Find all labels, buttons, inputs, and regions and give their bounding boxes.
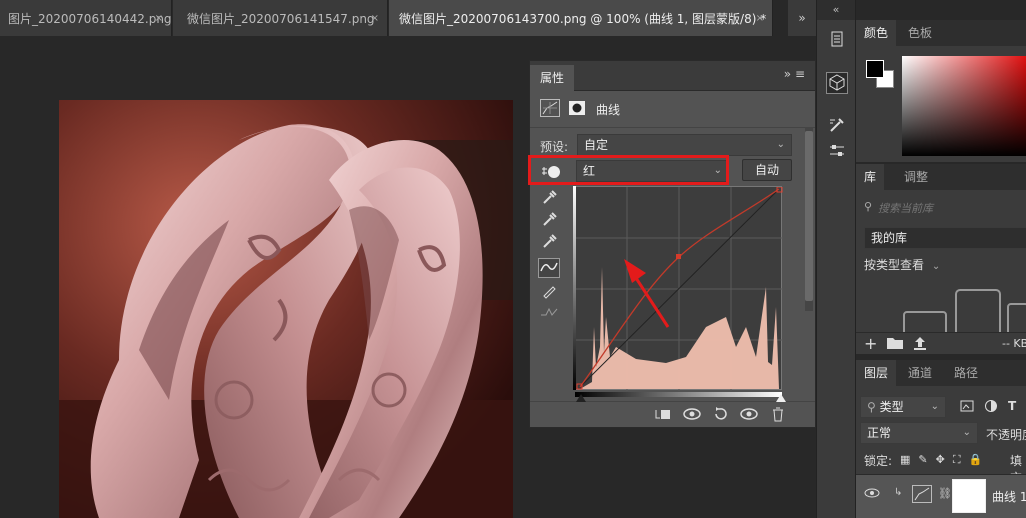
- black-point-slider[interactable]: [576, 394, 586, 402]
- auto-button[interactable]: 自动: [742, 159, 792, 181]
- output-gradient-bar: [575, 392, 782, 397]
- tab-label: 微信图片_20200706141547.png: [187, 12, 375, 26]
- curves-adjustment-icon[interactable]: [540, 99, 560, 117]
- tab-label: 微信图片_20200706143700.png @ 100% (曲线 1, 图层…: [399, 12, 767, 26]
- tab-label: 图片_20200706140442.png: [8, 12, 172, 26]
- clip-to-layer-icon[interactable]: [652, 406, 672, 424]
- blend-mode-value: 正常: [867, 426, 892, 440]
- reset-icon[interactable]: [711, 406, 731, 424]
- library-footer: + -- KB: [856, 332, 1026, 354]
- close-icon[interactable]: ×: [155, 4, 163, 34]
- mask-link-icon[interactable]: ⛓: [938, 487, 952, 500]
- chevron-down-icon: ⌄: [931, 261, 941, 272]
- search-icon: ⚲: [867, 400, 876, 414]
- tab-adjustments[interactable]: 调整: [896, 164, 936, 190]
- view-previous-state-icon[interactable]: [682, 406, 702, 424]
- curves-layer-icon: [912, 485, 932, 503]
- tab-paths[interactable]: 路径: [946, 360, 986, 386]
- layer-row-curves[interactable]: ↳ ⛓ 曲线 1: [856, 474, 1026, 518]
- panel-icon-strip: «: [816, 0, 856, 518]
- document-tab-3-active[interactable]: 微信图片_20200706143700.png @ 100% (曲线 1, 图层…: [389, 0, 773, 36]
- document-tab-1[interactable]: 图片_20200706140442.png ×: [0, 0, 172, 36]
- collapse-panels-icon[interactable]: «: [817, 0, 855, 20]
- layer-name[interactable]: 曲线 1: [992, 488, 1026, 505]
- chevron-down-icon: ⌄: [930, 401, 939, 412]
- library-size-status: -- KB: [1002, 337, 1026, 350]
- visibility-eye-icon[interactable]: [864, 487, 880, 502]
- properties-bottom-toolbar: [530, 401, 815, 427]
- adjustment-name: 曲线: [596, 103, 621, 117]
- preset-value: 自定: [584, 138, 609, 152]
- tab-color[interactable]: 颜色: [856, 20, 897, 46]
- preset-select[interactable]: 自定 ⌄: [577, 134, 792, 156]
- canvas-image: [59, 100, 513, 518]
- color-picker-field[interactable]: [902, 56, 1026, 156]
- library-select-value: 我的库: [871, 231, 908, 245]
- blend-mode-select[interactable]: 正常 ⌄: [860, 422, 978, 444]
- sample-white-eyedropper-icon[interactable]: [538, 233, 560, 253]
- pencil-icon[interactable]: [538, 283, 560, 303]
- filter-pixel-icon[interactable]: [960, 399, 974, 416]
- view-by-type-dropdown[interactable]: 按类型查看 ⌄: [864, 256, 940, 273]
- add-icon[interactable]: +: [864, 334, 877, 353]
- edit-points-curve-icon[interactable]: [538, 258, 560, 278]
- properties-tab[interactable]: 属性: [530, 65, 575, 91]
- libraries-panel: 库 调整 ⚲ 我的库 按类型查看 ⌄ + -- KB: [856, 164, 1026, 354]
- smooth-curve-icon[interactable]: [538, 305, 560, 325]
- filter-adjustment-icon[interactable]: [984, 399, 998, 416]
- brush-settings-icon[interactable]: [826, 116, 848, 138]
- foreground-color-swatch[interactable]: [866, 60, 884, 78]
- clipping-arrow-icon: ↳: [894, 487, 903, 498]
- preset-label: 预设:: [540, 140, 569, 154]
- opacity-label: 不透明度: [986, 428, 1026, 442]
- properties-scrollbar[interactable]: [805, 127, 813, 311]
- filter-type-icon[interactable]: T: [1008, 399, 1016, 413]
- layer-mask-icon[interactable]: [568, 99, 586, 117]
- library-search-input[interactable]: [878, 198, 1026, 218]
- layer-filter-select[interactable]: ⚲ 类型 ⌄: [860, 396, 946, 418]
- white-point-slider[interactable]: [776, 394, 786, 402]
- chevron-down-icon: ⌄: [962, 427, 971, 438]
- search-icon: ⚲: [864, 200, 873, 213]
- view-by-label: 按类型查看: [864, 258, 925, 272]
- input-gradient-bar: [573, 186, 576, 390]
- layer-filter-value: 类型: [879, 400, 904, 414]
- document-tab-bar: 图片_20200706140442.png × 微信图片_20200706141…: [0, 0, 816, 36]
- panel-menu-icon[interactable]: » ≡: [784, 67, 805, 81]
- lock-icons[interactable]: ▦✎✥⛶🔒: [900, 453, 990, 467]
- folder-icon[interactable]: [886, 336, 904, 353]
- annotation-highlight-box: [528, 155, 729, 185]
- tab-layers[interactable]: 图层: [856, 360, 897, 386]
- close-icon[interactable]: ×: [371, 4, 379, 34]
- color-panel: 颜色 色板: [856, 20, 1026, 162]
- sample-gray-eyedropper-icon[interactable]: [538, 211, 560, 231]
- lock-label: 锁定:: [864, 454, 893, 468]
- tab-overflow-button[interactable]: »: [788, 0, 816, 36]
- tab-libraries[interactable]: 库: [856, 164, 885, 190]
- trash-icon[interactable]: [768, 406, 788, 424]
- layers-panel: 图层 通道 路径 ⚲ 类型 ⌄ T 正常 ⌄ 不透明度 锁定: ▦✎✥⛶🔒 填充…: [856, 360, 1026, 518]
- 3d-cube-icon[interactable]: [826, 72, 848, 94]
- library-select[interactable]: 我的库: [864, 227, 1026, 249]
- library-empty-illustration: [903, 289, 1026, 332]
- tab-swatches[interactable]: 色板: [900, 20, 940, 46]
- upload-icon[interactable]: [912, 335, 928, 354]
- chevron-down-icon: ⌄: [776, 139, 785, 150]
- sample-black-eyedropper-icon[interactable]: [538, 189, 560, 209]
- adjustments-sliders-icon[interactable]: [826, 142, 848, 164]
- layer-mask-thumbnail[interactable]: [952, 479, 986, 513]
- history-icon[interactable]: [826, 30, 848, 52]
- annotation-arrow: [624, 259, 670, 328]
- properties-header: 属性 » ≡: [530, 61, 815, 91]
- close-icon[interactable]: ×: [756, 4, 764, 34]
- visibility-eye-icon[interactable]: [739, 406, 759, 424]
- document-tab-2[interactable]: 微信图片_20200706141547.png ×: [173, 0, 388, 36]
- tab-channels[interactable]: 通道: [900, 360, 940, 386]
